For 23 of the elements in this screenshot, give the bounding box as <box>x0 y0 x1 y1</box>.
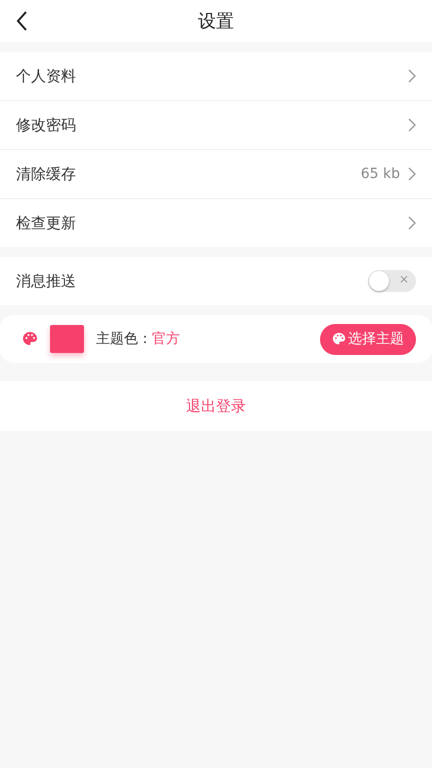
cache-size: 65 kb <box>360 166 400 182</box>
row-label: 修改密码 <box>16 116 77 134</box>
palette-icon <box>332 332 346 346</box>
choose-theme-button[interactable]: 选择主题 <box>320 324 416 354</box>
off-mark: × <box>398 272 409 286</box>
theme-name: 官方 <box>152 330 181 348</box>
palette-icon <box>22 331 38 347</box>
theme-label: 主题色： <box>96 330 152 348</box>
row-label: 消息推送 <box>16 272 77 290</box>
chevron-right-icon <box>408 216 416 230</box>
chevron-right-icon <box>408 69 416 83</box>
settings-row[interactable]: 检查更新 <box>0 198 432 247</box>
chevron-right-icon <box>408 167 416 181</box>
row-label: 个人资料 <box>16 66 77 86</box>
settings-row[interactable]: 个人资料 <box>0 52 432 100</box>
logout-button[interactable]: 退出登录 <box>0 381 432 431</box>
chevron-right-icon <box>408 118 416 132</box>
row-label: 清除缓存 <box>16 164 77 184</box>
back-icon[interactable] <box>16 11 28 31</box>
settings-row[interactable]: 修改密码 <box>0 100 432 149</box>
row-label: 检查更新 <box>16 214 77 232</box>
page-title: 设置 <box>198 10 234 33</box>
settings-row[interactable]: 清除缓存 65 kb <box>0 149 432 198</box>
